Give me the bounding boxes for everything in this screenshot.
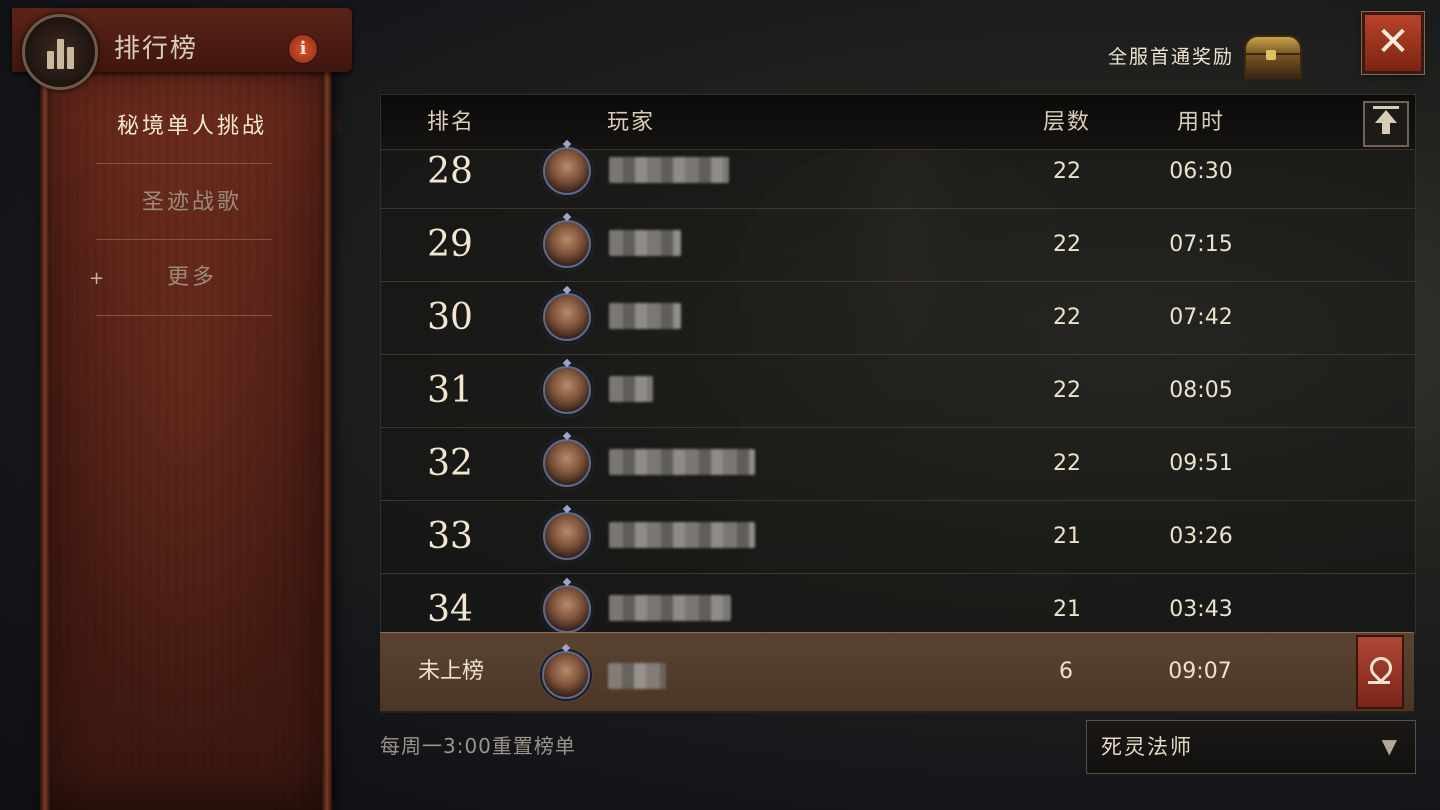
nav-divider bbox=[96, 315, 272, 316]
player-name-redacted bbox=[609, 449, 755, 475]
table-row[interactable]: 33 21 03:26 bbox=[381, 500, 1415, 574]
treasure-chest-icon[interactable] bbox=[1240, 33, 1303, 79]
player-name-redacted bbox=[609, 595, 731, 621]
floor-value: 21 bbox=[1053, 524, 1081, 549]
banner-edge bbox=[322, 62, 332, 810]
avatar bbox=[542, 651, 590, 699]
time-value: 03:43 bbox=[1169, 597, 1233, 622]
chevron-down-icon: ▼ bbox=[1381, 734, 1397, 758]
avatar bbox=[543, 220, 591, 268]
player-name-redacted bbox=[609, 376, 653, 402]
table-row[interactable]: 32 22 09:51 bbox=[381, 427, 1415, 501]
reset-note: 每周一3:00重置榜单 bbox=[380, 734, 576, 758]
reward-label: 全服首通奖励 bbox=[1108, 45, 1235, 68]
avatar bbox=[543, 439, 591, 487]
avatar bbox=[543, 366, 591, 414]
floor-value: 22 bbox=[1053, 451, 1081, 476]
leaderboard-table: 排名 玩家 层数 用时 28 22 06:30 29 22 07:15 30 2… bbox=[380, 94, 1416, 634]
locate-self-button[interactable] bbox=[1356, 635, 1404, 709]
banner-edge bbox=[40, 62, 50, 810]
floor-value: 22 bbox=[1053, 378, 1081, 403]
my-floor-value: 6 bbox=[1059, 659, 1073, 684]
my-rank-value: 未上榜 bbox=[417, 659, 484, 684]
time-value: 08:05 bbox=[1169, 378, 1233, 403]
table-row[interactable]: 30 22 07:42 bbox=[381, 281, 1415, 355]
avatar bbox=[543, 147, 591, 195]
nav-divider bbox=[96, 239, 272, 240]
rank-value: 31 bbox=[427, 370, 473, 411]
table-row[interactable]: 29 22 07:15 bbox=[381, 208, 1415, 282]
table-row[interactable]: 31 22 08:05 bbox=[381, 354, 1415, 428]
rank-value: 29 bbox=[427, 224, 473, 265]
sidebar-item-more[interactable]: 更多 bbox=[92, 245, 292, 311]
table-row[interactable]: 28 22 06:30 bbox=[381, 135, 1415, 209]
info-icon[interactable]: i bbox=[288, 34, 318, 64]
avatar bbox=[543, 585, 591, 633]
sidebar-item-secret-realm-solo[interactable]: 秘境单人挑战 bbox=[72, 94, 342, 160]
floor-value: 22 bbox=[1053, 305, 1081, 330]
floor-value: 22 bbox=[1053, 159, 1081, 184]
avatar bbox=[543, 512, 591, 560]
time-value: 07:42 bbox=[1169, 305, 1233, 330]
close-button[interactable]: ✕ bbox=[1361, 11, 1425, 75]
rank-value: 32 bbox=[427, 443, 473, 484]
floor-value: 22 bbox=[1053, 232, 1081, 257]
player-name-redacted bbox=[608, 663, 666, 689]
nav-divider bbox=[96, 163, 272, 164]
my-time-value: 09:07 bbox=[1168, 659, 1232, 684]
player-name-redacted bbox=[609, 157, 729, 183]
page-title: 排行榜 bbox=[114, 34, 199, 64]
rank-value: 30 bbox=[427, 297, 473, 338]
title-bar: 排行榜 i bbox=[12, 8, 352, 90]
time-value: 03:26 bbox=[1169, 524, 1233, 549]
leaderboard-emblem-icon bbox=[22, 14, 98, 90]
floor-value: 21 bbox=[1053, 597, 1081, 622]
sidebar-item-holy-battle-song[interactable]: 圣迹战歌 bbox=[92, 170, 292, 236]
location-pin-icon bbox=[1365, 652, 1397, 684]
rank-value: 28 bbox=[427, 151, 473, 192]
player-name-redacted bbox=[609, 522, 755, 548]
player-name-redacted bbox=[609, 303, 681, 329]
time-value: 07:15 bbox=[1169, 232, 1233, 257]
rank-value: 33 bbox=[427, 516, 473, 557]
class-dropdown-value: 死灵法师 bbox=[1101, 735, 1193, 759]
time-value: 09:51 bbox=[1169, 451, 1233, 476]
table-row[interactable]: 34 21 03:43 bbox=[381, 573, 1415, 633]
class-dropdown[interactable]: 死灵法师 ▼ bbox=[1086, 720, 1416, 774]
avatar bbox=[543, 293, 591, 341]
my-rank-row[interactable]: 未上榜 6 09:07 bbox=[380, 632, 1414, 713]
time-value: 06:30 bbox=[1169, 159, 1233, 184]
player-name-redacted bbox=[609, 230, 681, 256]
first-clear-reward[interactable]: 全服首通奖励 bbox=[1108, 30, 1303, 80]
arrow-up-icon bbox=[1373, 106, 1399, 109]
rank-value: 34 bbox=[427, 589, 473, 630]
